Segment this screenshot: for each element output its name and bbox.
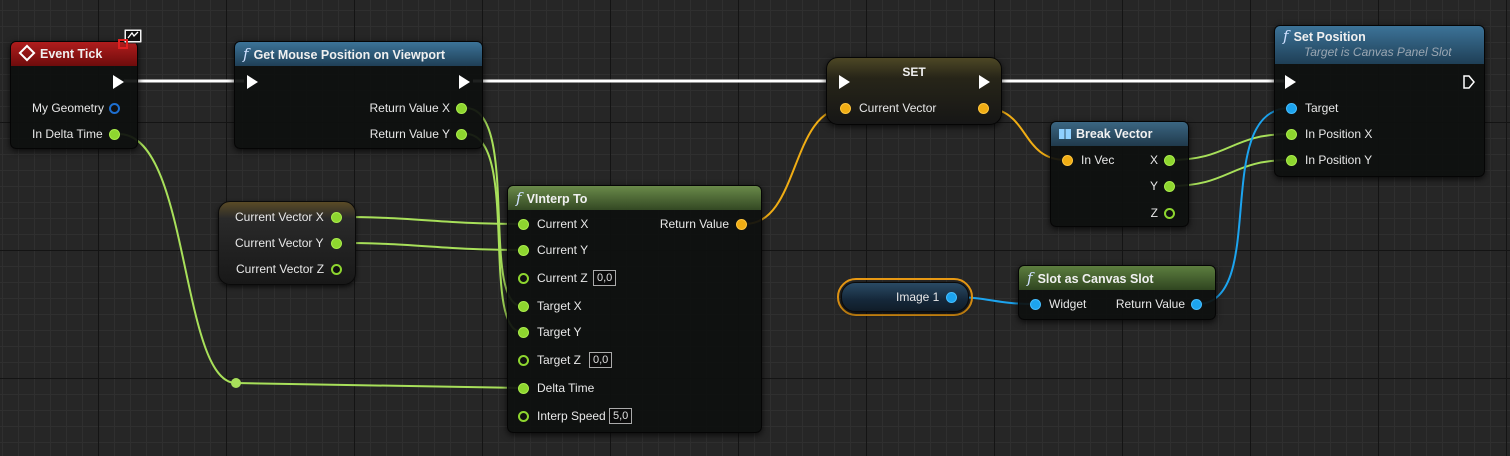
return-value-x-pin[interactable] bbox=[456, 103, 467, 114]
exec-out-pin[interactable] bbox=[113, 75, 124, 89]
slot-return-value-label: Return Value bbox=[1115, 297, 1185, 311]
set-position-header: f Set Position Target is Canvas Panel Slo… bbox=[1275, 26, 1484, 64]
target-label: Target bbox=[1305, 101, 1339, 115]
delta-time-pin[interactable] bbox=[518, 383, 529, 394]
image-1-node[interactable]: Image 1 bbox=[841, 282, 969, 312]
image-1-label: Image 1 bbox=[896, 290, 940, 304]
get-mouse-position-node[interactable]: f Get Mouse Position on Viewport Return V… bbox=[234, 41, 483, 149]
interp-speed-pin[interactable] bbox=[518, 411, 529, 422]
current-vector-out-pin[interactable] bbox=[978, 103, 989, 114]
event-tick-node[interactable]: Event Tick My Geometry In Delta Time bbox=[10, 41, 138, 149]
image-1-pin[interactable] bbox=[946, 292, 957, 303]
widget-pin[interactable] bbox=[1030, 299, 1041, 310]
set-position-title: Set Position bbox=[1293, 30, 1366, 44]
current-vector-z-label: Current Vector Z bbox=[236, 262, 325, 276]
interp-speed-label: Interp Speed bbox=[537, 409, 606, 423]
break-vector-title: Break Vector bbox=[1076, 127, 1153, 141]
event-tick-title: Event Tick bbox=[40, 47, 103, 61]
target-y-label: Target Y bbox=[537, 325, 582, 339]
z-out-pin[interactable] bbox=[1164, 208, 1175, 219]
return-value-label: Return Value bbox=[659, 217, 729, 231]
float-wire bbox=[339, 242, 523, 251]
slot-as-canvas-slot-node[interactable]: f Slot as Canvas Slot Widget Return Value bbox=[1018, 265, 1216, 320]
current-z-pin[interactable] bbox=[518, 273, 529, 284]
function-f-icon: f bbox=[516, 189, 522, 207]
exec-in-pin[interactable] bbox=[1285, 75, 1296, 89]
in-position-x-pin[interactable] bbox=[1286, 129, 1297, 140]
current-z-field[interactable]: 0,0 bbox=[593, 270, 617, 286]
diamond-event-icon bbox=[18, 44, 36, 62]
current-vector-z-pin[interactable] bbox=[331, 264, 342, 275]
interp-speed-field[interactable]: 5,0 bbox=[609, 408, 633, 424]
target-z-field[interactable]: 0,0 bbox=[589, 352, 613, 368]
return-value-pin[interactable] bbox=[736, 219, 747, 230]
my-geometry-pin[interactable] bbox=[109, 103, 120, 114]
current-vector-in-label: Current Vector bbox=[859, 101, 937, 115]
current-x-label: Current X bbox=[537, 217, 589, 231]
set-position-subtitle: Target is Canvas Panel Slot bbox=[1304, 45, 1452, 59]
break-struct-icon bbox=[1059, 129, 1071, 139]
set-node[interactable]: SET Current Vector bbox=[826, 57, 1002, 125]
return-value-y-label: Return Value Y bbox=[369, 127, 450, 141]
in-delta-time-label: In Delta Time bbox=[32, 127, 103, 141]
target-z-pin[interactable] bbox=[518, 355, 529, 366]
slot-return-value-pin[interactable] bbox=[1191, 299, 1202, 310]
current-vector-y-label: Current Vector Y bbox=[235, 236, 324, 250]
current-vector-in-pin[interactable] bbox=[840, 103, 851, 114]
set-title: SET bbox=[902, 65, 926, 79]
exec-in-pin[interactable] bbox=[247, 75, 258, 89]
in-vec-label: In Vec bbox=[1081, 153, 1115, 167]
current-vector-y-pin[interactable] bbox=[331, 238, 342, 249]
current-z-label: Current Z bbox=[537, 271, 588, 285]
set-position-node[interactable]: f Set Position Target is Canvas Panel Slo… bbox=[1274, 25, 1485, 177]
exec-in-pin[interactable] bbox=[839, 75, 850, 89]
in-position-x-label: In Position X bbox=[1305, 127, 1373, 141]
exec-out-pin[interactable] bbox=[1463, 75, 1475, 89]
function-f-icon: f bbox=[1283, 27, 1289, 45]
x-out-pin[interactable] bbox=[1164, 155, 1175, 166]
current-y-pin[interactable] bbox=[518, 245, 529, 256]
monitor-icon bbox=[118, 28, 144, 50]
return-value-x-label: Return Value X bbox=[369, 101, 451, 115]
function-f-icon: f bbox=[243, 45, 249, 63]
reroute-knot bbox=[231, 378, 241, 388]
in-position-y-label: In Position Y bbox=[1305, 153, 1373, 167]
vinterp-to-node[interactable]: f VInterp To Current X Current Y Current … bbox=[507, 185, 762, 433]
my-geometry-label: My Geometry bbox=[32, 101, 105, 115]
break-vector-node[interactable]: Break Vector In Vec X Y Z bbox=[1050, 121, 1189, 227]
current-vector-x-label: Current Vector X bbox=[235, 210, 324, 224]
float-wire bbox=[339, 216, 523, 225]
current-vector-getter-node[interactable]: Current Vector X Current Vector Y Curren… bbox=[218, 201, 356, 285]
return-value-y-pin[interactable] bbox=[456, 129, 467, 140]
target-pin[interactable] bbox=[1286, 103, 1297, 114]
y-out-label: Y bbox=[1149, 179, 1158, 193]
get-mouse-position-title: Get Mouse Position on Viewport bbox=[253, 48, 446, 62]
current-x-pin[interactable] bbox=[518, 219, 529, 230]
current-vector-x-pin[interactable] bbox=[331, 212, 342, 223]
in-delta-time-pin[interactable] bbox=[109, 129, 120, 140]
exec-out-pin[interactable] bbox=[459, 75, 470, 89]
target-y-pin[interactable] bbox=[518, 327, 529, 338]
z-out-label: Z bbox=[1150, 206, 1158, 220]
slot-as-canvas-slot-header: f Slot as Canvas Slot bbox=[1019, 266, 1215, 290]
slot-as-canvas-slot-title: Slot as Canvas Slot bbox=[1037, 272, 1154, 286]
y-out-pin[interactable] bbox=[1164, 181, 1175, 192]
target-z-label: Target Z bbox=[537, 353, 582, 367]
in-vec-pin[interactable] bbox=[1062, 155, 1073, 166]
vinterp-to-header: f VInterp To bbox=[508, 186, 761, 210]
break-vector-header: Break Vector bbox=[1051, 122, 1188, 146]
vinterp-to-title: VInterp To bbox=[526, 192, 588, 206]
exec-out-pin[interactable] bbox=[979, 75, 990, 89]
delta-time-label: Delta Time bbox=[537, 381, 595, 395]
get-mouse-position-header: f Get Mouse Position on Viewport bbox=[235, 42, 482, 66]
in-position-y-pin[interactable] bbox=[1286, 155, 1297, 166]
target-x-label: Target X bbox=[537, 299, 582, 313]
target-x-pin[interactable] bbox=[518, 301, 529, 312]
current-y-label: Current Y bbox=[537, 243, 589, 257]
x-out-label: X bbox=[1149, 153, 1158, 167]
widget-label: Widget bbox=[1049, 297, 1087, 311]
function-f-icon: f bbox=[1027, 269, 1033, 287]
